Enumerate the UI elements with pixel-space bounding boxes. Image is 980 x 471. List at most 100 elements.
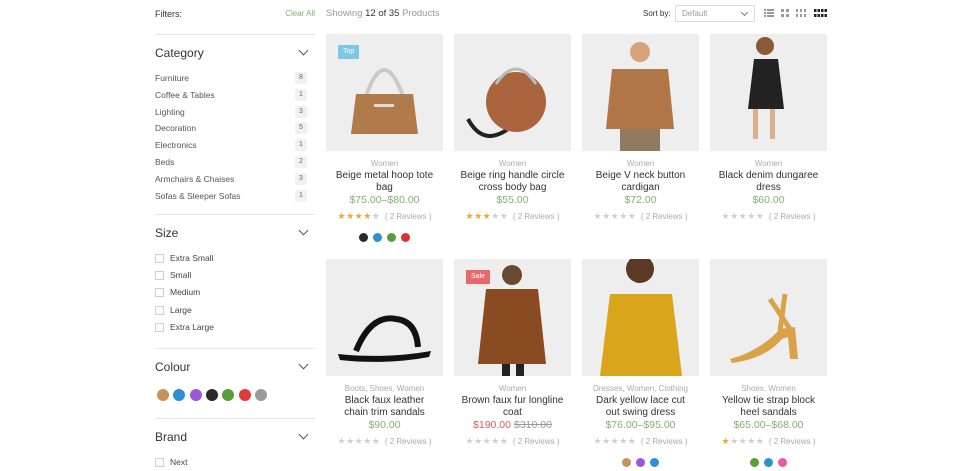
- sort-select[interactable]: Default: [675, 5, 755, 22]
- divider: [155, 348, 315, 349]
- product-name[interactable]: Yellow tie strap block heel sandals: [716, 395, 821, 419]
- colour-swatch[interactable]: [157, 389, 169, 401]
- product-name[interactable]: Black faux leather chain trim sandals: [332, 395, 437, 419]
- colour-swatch[interactable]: [222, 389, 235, 401]
- product-image-link[interactable]: [326, 259, 443, 376]
- product-category[interactable]: Women: [582, 159, 699, 168]
- product-rating[interactable]: ★★★★★ ( 2 Reviews ): [454, 436, 571, 447]
- checkbox[interactable]: [155, 288, 164, 298]
- product-rating[interactable]: ★★★★★ ( 2 Reviews ): [710, 436, 827, 447]
- colour-swatch[interactable]: [636, 458, 645, 467]
- chevron-down-icon[interactable]: [298, 359, 309, 370]
- brand-title[interactable]: Brand: [155, 430, 187, 444]
- product-name[interactable]: Beige metal hoop tote bag: [332, 170, 437, 194]
- product-name[interactable]: Beige V neck button cardigan: [588, 170, 693, 194]
- colour-swatch[interactable]: [238, 389, 251, 401]
- filters-header: Filters: Clear All: [155, 9, 315, 23]
- star-icon: ★: [602, 436, 611, 446]
- colour-swatch[interactable]: [750, 458, 759, 467]
- colour-swatch[interactable]: [764, 458, 773, 467]
- review-count: ( 2 Reviews ): [512, 212, 560, 221]
- product-rating[interactable]: ★★★★★ ( 2 Reviews ): [326, 211, 443, 222]
- product-rating[interactable]: ★★★★★ ( 2 Reviews ): [326, 436, 443, 447]
- product-rating[interactable]: ★★★★★ ( 2 Reviews ): [582, 436, 699, 447]
- colour-swatch[interactable]: [205, 389, 218, 401]
- review-count: ( 2 Reviews ): [640, 212, 688, 221]
- star-icon: ★: [602, 211, 611, 221]
- review-count: ( 2 Reviews ): [768, 212, 816, 221]
- colour-title[interactable]: Colour: [155, 360, 190, 374]
- colour-swatch[interactable]: [173, 389, 186, 401]
- category-count: 5: [295, 122, 307, 135]
- category-title[interactable]: Category: [155, 46, 204, 60]
- checkbox[interactable]: [155, 271, 164, 281]
- product-rating[interactable]: ★★★★★ ( 2 Reviews ): [582, 211, 699, 222]
- category-item[interactable]: Electronics 1: [155, 139, 307, 153]
- product-image-link[interactable]: Sale: [454, 259, 571, 376]
- colour-swatch[interactable]: [373, 233, 382, 242]
- star-icon: ★: [371, 436, 381, 446]
- product-image-link[interactable]: [710, 34, 827, 151]
- star-icon: ★: [738, 211, 748, 221]
- grid-4-view-icon[interactable]: [814, 9, 827, 17]
- category-item[interactable]: Furniture 8: [155, 72, 307, 86]
- category-count: 2: [295, 156, 307, 168]
- product-category[interactable]: Dresses, Women, Clothing: [582, 384, 699, 393]
- product-category[interactable]: Women: [454, 384, 571, 393]
- product-category[interactable]: Women: [710, 159, 827, 168]
- colour-swatch[interactable]: [778, 458, 787, 467]
- chevron-down-icon[interactable]: [298, 45, 309, 56]
- category-count: 3: [295, 105, 307, 118]
- category-item[interactable]: Decoration 5: [155, 122, 307, 136]
- size-label: Large: [170, 304, 192, 315]
- product-rating[interactable]: ★★★★★ ( 2 Reviews ): [454, 211, 571, 222]
- category-item[interactable]: Lighting 3: [155, 105, 307, 120]
- product-rating[interactable]: ★★★★★ ( 2 Reviews ): [710, 211, 827, 222]
- product-name[interactable]: Dark yellow lace cut out swing dress: [588, 395, 693, 419]
- product-image-link[interactable]: [582, 34, 699, 151]
- product-swatches: [710, 456, 827, 470]
- category-item[interactable]: Coffee & Tables 1: [155, 88, 307, 103]
- list-view-icon[interactable]: [764, 9, 774, 17]
- category-item[interactable]: Sofas & Sleeper Sofas 1: [155, 189, 307, 204]
- product-image-link[interactable]: [710, 259, 827, 376]
- checkbox[interactable]: [155, 254, 164, 263]
- product-category[interactable]: Boots, Shoes, Women: [326, 384, 443, 393]
- review-count: ( 2 Reviews ): [384, 437, 432, 446]
- clear-all-link[interactable]: Clear All: [285, 9, 315, 18]
- chevron-down-icon[interactable]: [298, 429, 309, 440]
- product-category[interactable]: Shoes, Women: [710, 384, 827, 393]
- product-name[interactable]: Beige ring handle circle cross body bag: [460, 170, 565, 194]
- category-label: Decoration: [155, 123, 197, 134]
- product-image-link[interactable]: Top: [326, 34, 443, 151]
- checkbox[interactable]: [155, 458, 164, 467]
- colour-swatch[interactable]: [189, 389, 202, 401]
- chevron-down-icon[interactable]: [298, 225, 309, 236]
- checkbox[interactable]: [155, 305, 164, 315]
- product-badge: Sale: [466, 270, 491, 284]
- category-item[interactable]: Armchairs & Chaises 3: [155, 172, 307, 187]
- grid-2-view-icon[interactable]: [781, 9, 789, 17]
- product-image-link[interactable]: [454, 34, 571, 151]
- star-icon: ★: [593, 436, 603, 446]
- size-title[interactable]: Size: [155, 226, 178, 240]
- old-price: $310.00: [514, 419, 552, 431]
- colour-swatch[interactable]: [650, 458, 659, 467]
- colour-swatch[interactable]: [359, 233, 368, 242]
- product-category[interactable]: Women: [326, 159, 443, 168]
- product-name[interactable]: Black denim dungaree dress: [716, 170, 821, 194]
- colour-swatch[interactable]: [254, 389, 267, 401]
- colour-swatch[interactable]: [387, 233, 396, 242]
- star-icon: ★: [474, 436, 483, 446]
- product-image-link[interactable]: [582, 259, 699, 376]
- category-item[interactable]: Beds 2: [155, 156, 307, 170]
- colour-swatch[interactable]: [622, 458, 631, 467]
- checkbox[interactable]: [155, 322, 164, 332]
- product-category[interactable]: Women: [454, 159, 571, 168]
- grid-3-view-icon[interactable]: [796, 9, 806, 17]
- star-icon: ★: [610, 436, 620, 446]
- colour-swatch[interactable]: [401, 233, 410, 242]
- product-name[interactable]: Brown faux fur longline coat: [460, 395, 565, 419]
- star-icon: ★: [482, 436, 492, 446]
- star-icon: ★: [619, 211, 628, 221]
